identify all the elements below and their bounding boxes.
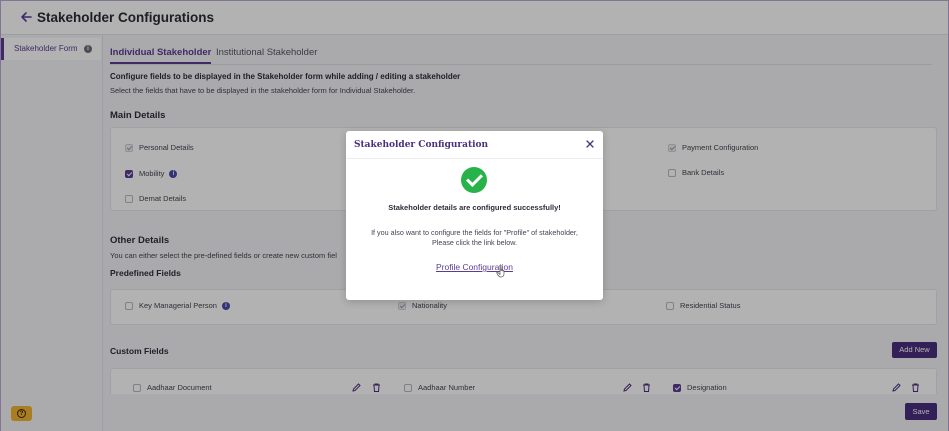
info-message: If you also want to configure the fields… — [346, 228, 603, 247]
modal-divider — [346, 158, 603, 159]
close-icon[interactable] — [585, 139, 595, 149]
success-message: Stakeholder details are configured succe… — [388, 203, 561, 212]
stakeholder-configuration-modal: Stakeholder Configuration Stakeholder de… — [346, 131, 603, 300]
profile-configuration-link[interactable]: Profile Configuration — [346, 262, 603, 272]
modal-title: Stakeholder Configuration — [354, 140, 489, 150]
info-message-line: If you also want to configure the fields… — [371, 228, 578, 237]
cursor-icon — [496, 264, 508, 278]
check-circle-icon — [461, 167, 487, 193]
info-message-line: Please click the link below. — [431, 237, 518, 247]
